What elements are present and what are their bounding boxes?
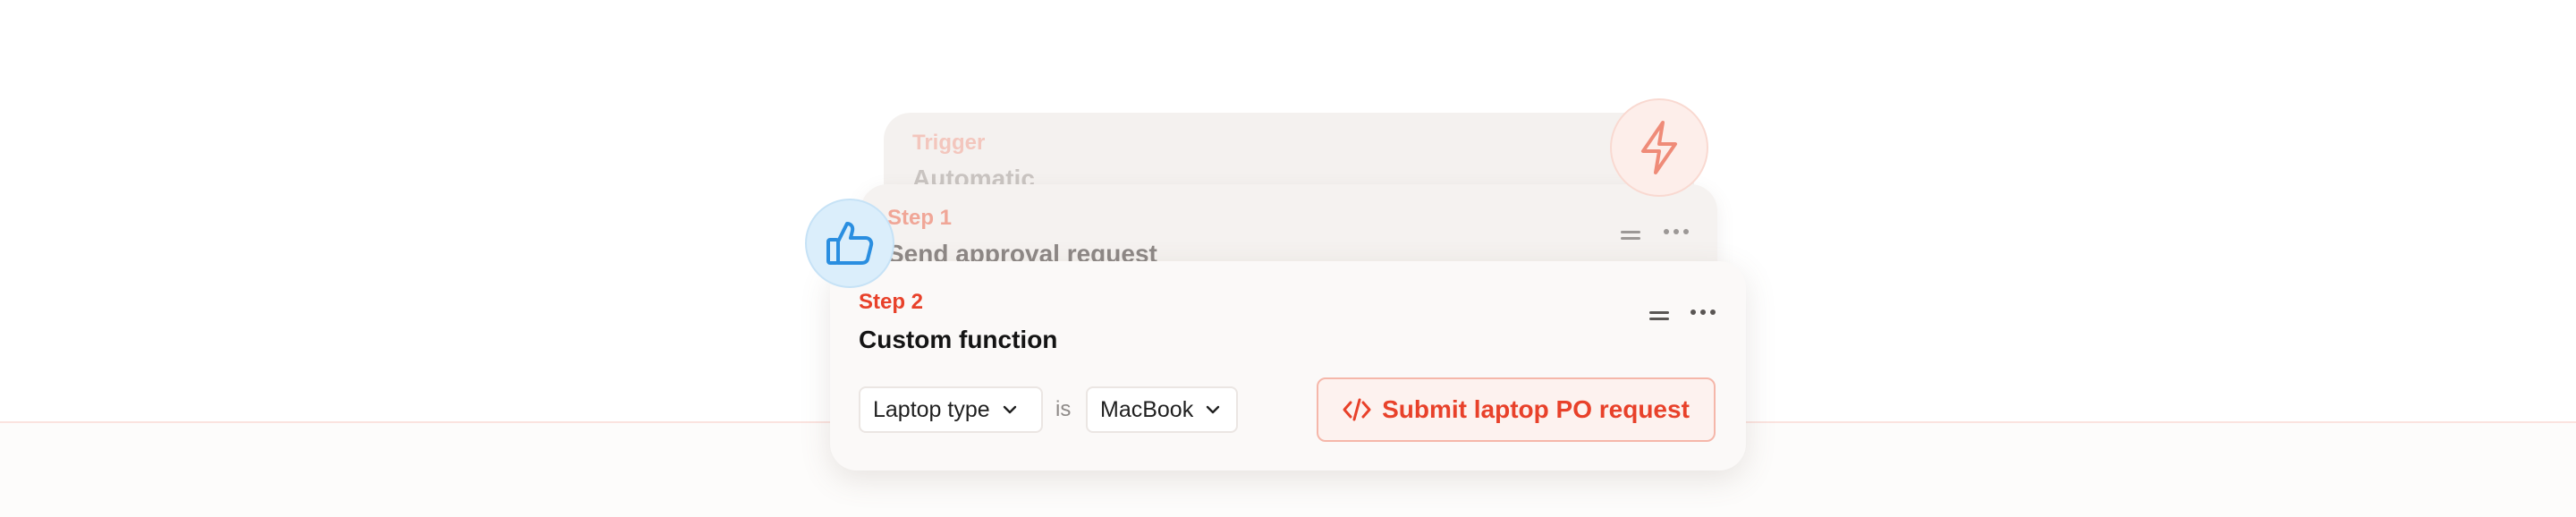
step1-label: Step 1 xyxy=(887,206,953,230)
drag-handle-icon[interactable] xyxy=(1649,311,1669,320)
submit-laptop-po-button[interactable]: Submit laptop PO request xyxy=(1317,377,1716,442)
chevron-down-icon xyxy=(1003,405,1016,414)
condition-value-select[interactable]: MacBook xyxy=(1086,386,1238,433)
trigger-label: Trigger xyxy=(912,131,986,155)
code-icon xyxy=(1343,398,1371,421)
step2-card[interactable]: Step 2 Custom function Laptop type is Ma… xyxy=(830,261,1746,470)
condition-field-select[interactable]: Laptop type xyxy=(859,386,1043,433)
condition-field-value: Laptop type xyxy=(873,396,990,422)
more-options-icon[interactable] xyxy=(1664,229,1689,234)
thumbs-up-icon xyxy=(805,199,894,288)
more-options-icon[interactable] xyxy=(1690,309,1716,315)
step2-label: Step 2 xyxy=(859,290,924,314)
step2-title: Custom function xyxy=(859,326,1058,353)
condition-value: MacBook xyxy=(1100,396,1194,422)
lightning-bolt-icon xyxy=(1610,98,1708,197)
condition-operator: is xyxy=(1055,397,1072,421)
submit-laptop-po-label: Submit laptop PO request xyxy=(1382,395,1690,423)
drag-handle-icon[interactable] xyxy=(1621,231,1640,240)
chevron-down-icon xyxy=(1207,405,1220,414)
